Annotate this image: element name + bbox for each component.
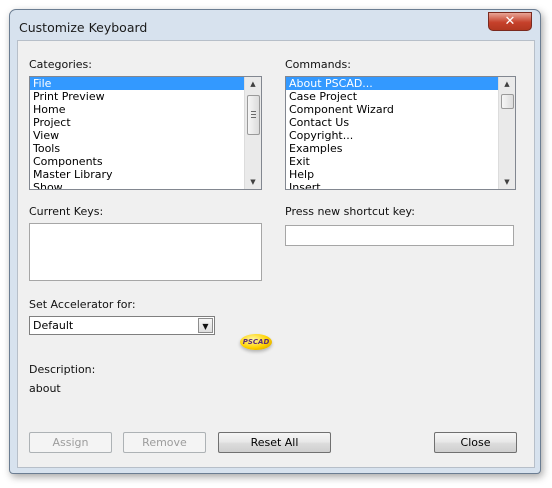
reset-all-button[interactable]: Reset All — [218, 432, 331, 453]
category-item-project[interactable]: Project — [30, 116, 261, 129]
description-label: Description: — [29, 363, 96, 376]
command-item-contact-us[interactable]: Contact Us — [286, 116, 515, 129]
accelerator-label: Set Accelerator for: — [29, 298, 136, 311]
category-item-view[interactable]: View — [30, 129, 261, 142]
description-value: about — [29, 382, 61, 395]
assign-button[interactable]: Assign — [29, 432, 112, 453]
scroll-down-arrow-icon[interactable]: ▼ — [245, 175, 261, 189]
category-item-print-preview[interactable]: Print Preview — [30, 90, 261, 103]
scroll-up-arrow-icon[interactable]: ▲ — [499, 77, 515, 91]
close-button[interactable]: Close — [434, 432, 517, 453]
category-item-tools[interactable]: Tools — [30, 142, 261, 155]
shortcut-key-input[interactable] — [285, 225, 514, 246]
category-item-components[interactable]: Components — [30, 155, 261, 168]
command-item-insert[interactable]: Insert — [286, 181, 515, 189]
remove-button[interactable]: Remove — [123, 432, 206, 453]
close-icon: ✕ — [504, 14, 516, 29]
command-item-examples[interactable]: Examples — [286, 142, 515, 155]
category-item-show[interactable]: Show — [30, 181, 261, 189]
current-keys-label: Current Keys: — [29, 205, 104, 218]
shortcut-key-label: Press new shortcut key: — [285, 205, 415, 218]
scroll-up-arrow-icon[interactable]: ▲ — [245, 77, 261, 91]
category-item-file[interactable]: File — [30, 77, 261, 90]
categories-label: Categories: — [29, 58, 92, 71]
shortcut-key-value — [286, 231, 289, 244]
command-item-about-pscad[interactable]: About PSCAD... — [286, 77, 515, 90]
current-keys-listbox[interactable] — [29, 223, 262, 281]
accelerator-select[interactable]: Default ▼ — [29, 316, 215, 335]
command-item-help[interactable]: Help — [286, 168, 515, 181]
accelerator-value: Default — [33, 319, 74, 332]
logo-text: PSCAD — [242, 338, 270, 346]
category-item-home[interactable]: Home — [30, 103, 261, 116]
command-item-exit[interactable]: Exit — [286, 155, 515, 168]
commands-label: Commands: — [285, 58, 351, 71]
categories-scrollbar[interactable]: ▲ ▼ — [244, 77, 261, 189]
command-item-copyright[interactable]: Copyright... — [286, 129, 515, 142]
category-item-master-library[interactable]: Master Library — [30, 168, 261, 181]
categories-listbox[interactable]: File Print Preview Home Project View Too… — [29, 76, 262, 190]
commands-scrollbar[interactable]: ▲ ▼ — [498, 77, 515, 189]
chevron-down-icon[interactable]: ▼ — [198, 318, 213, 333]
commands-listbox[interactable]: About PSCAD... Case Project Component Wi… — [285, 76, 516, 190]
commands-scroll-thumb[interactable] — [501, 94, 514, 109]
categories-scroll-thumb[interactable] — [247, 95, 260, 135]
command-item-case-project[interactable]: Case Project — [286, 90, 515, 103]
window-title: Customize Keyboard — [19, 20, 148, 35]
customize-keyboard-dialog: Customize Keyboard ✕ Categories: File Pr… — [9, 9, 541, 474]
scroll-down-arrow-icon[interactable]: ▼ — [499, 175, 515, 189]
dialog-client-area: Categories: File Print Preview Home Proj… — [17, 40, 535, 468]
pscad-logo-icon: PSCAD — [240, 334, 272, 350]
window-close-button[interactable]: ✕ — [488, 12, 532, 31]
command-item-component-wizard[interactable]: Component Wizard — [286, 103, 515, 116]
